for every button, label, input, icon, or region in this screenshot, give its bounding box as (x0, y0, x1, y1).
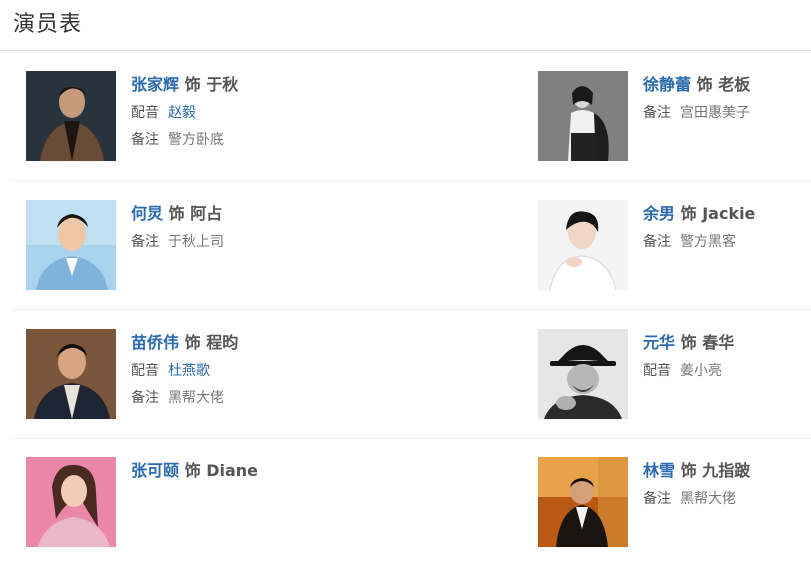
role-line: 余男 饰 Jackie (643, 202, 811, 226)
role-name: 春华 (702, 333, 735, 352)
note-value: 宫田惠美子 (680, 105, 750, 121)
as-label: 饰 (168, 204, 185, 223)
note-line: 备注 宫田惠美子 (643, 103, 811, 123)
cast-card: 徐静蕾 饰 老板 备注 宫田惠美子 (538, 71, 808, 163)
as-label: 饰 (184, 75, 201, 94)
actor-name[interactable]: 余男 (643, 204, 675, 223)
note-label: 备注 (643, 234, 671, 250)
role-line: 张可颐 饰 Diane (131, 459, 301, 483)
actor-photo[interactable] (538, 457, 628, 547)
cast-info: 徐静蕾 饰 老板 备注 宫田惠美子 (643, 73, 811, 123)
as-label: 饰 (696, 75, 713, 94)
cast-card: 林雪 饰 九指跛 备注 黑帮大佬 (538, 457, 808, 549)
dub-label: 配音 (131, 105, 159, 121)
actor-name[interactable]: 元华 (643, 333, 675, 352)
role-name: Diane (206, 461, 258, 480)
note-value: 警方卧底 (168, 132, 224, 148)
as-label: 饰 (184, 461, 201, 480)
cast-card: 苗侨伟 饰 程昀 配音 杜燕歌 备注 黑帮大佬 (26, 329, 296, 421)
role-name: 老板 (718, 75, 751, 94)
role-name: 九指跛 (702, 461, 751, 480)
cast-card: 余男 饰 Jackie 备注 警方黑客 (538, 200, 808, 292)
as-label: 饰 (680, 204, 697, 223)
role-name: 于秋 (206, 75, 239, 94)
note-line: 备注 黑帮大佬 (131, 388, 301, 408)
role-name: Jackie (702, 204, 756, 223)
dub-label: 配音 (643, 363, 671, 379)
actor-photo[interactable] (538, 71, 628, 161)
note-value: 黑帮大佬 (680, 491, 736, 507)
dub-line: 配音 杜燕歌 (131, 361, 301, 381)
cast-list-page: 演员表 张家辉 饰 于秋 配音 赵毅 备注 警方卧底 徐静蕾 饰 老板 备注 宫… (0, 0, 811, 562)
cast-info: 张家辉 饰 于秋 配音 赵毅 备注 警方卧底 (131, 73, 301, 150)
actor-name[interactable]: 何炅 (131, 204, 163, 223)
dub-line: 配音 赵毅 (131, 103, 301, 123)
row-divider (12, 180, 811, 181)
note-line: 备注 于秋上司 (131, 232, 301, 252)
dub-actor-link[interactable]: 杜燕歌 (168, 363, 210, 379)
section-title: 演员表 (13, 12, 83, 37)
actor-name[interactable]: 徐静蕾 (643, 75, 691, 94)
note-label: 备注 (131, 390, 159, 406)
role-line: 元华 饰 春华 (643, 331, 811, 355)
row-divider (12, 438, 811, 439)
role-line: 徐静蕾 饰 老板 (643, 73, 811, 97)
cast-info: 余男 饰 Jackie 备注 警方黑客 (643, 202, 811, 252)
as-label: 饰 (680, 461, 697, 480)
row-divider (12, 309, 811, 310)
note-value: 黑帮大佬 (168, 390, 224, 406)
note-line: 备注 警方黑客 (643, 232, 811, 252)
cast-info: 元华 饰 春华 配音 姜小亮 (643, 331, 811, 381)
title-divider (0, 50, 811, 51)
actor-name[interactable]: 苗侨伟 (131, 333, 179, 352)
actor-name[interactable]: 张可颐 (131, 461, 179, 480)
cast-info: 何炅 饰 阿占 备注 于秋上司 (131, 202, 301, 252)
actor-photo[interactable] (26, 200, 116, 290)
note-label: 备注 (643, 491, 671, 507)
role-name: 阿占 (190, 204, 223, 223)
role-name: 程昀 (206, 333, 239, 352)
cast-card: 张可颐 饰 Diane (26, 457, 296, 549)
note-line: 备注 警方卧底 (131, 130, 301, 150)
actor-photo[interactable] (26, 457, 116, 547)
note-value: 警方黑客 (680, 234, 736, 250)
note-value: 于秋上司 (168, 234, 224, 250)
dub-value: 姜小亮 (680, 363, 722, 379)
dub-line: 配音 姜小亮 (643, 361, 811, 381)
actor-photo[interactable] (538, 329, 628, 419)
note-line: 备注 黑帮大佬 (643, 489, 811, 509)
as-label: 饰 (680, 333, 697, 352)
dub-label: 配音 (131, 363, 159, 379)
role-line: 苗侨伟 饰 程昀 (131, 331, 301, 355)
actor-name[interactable]: 林雪 (643, 461, 675, 480)
actor-name[interactable]: 张家辉 (131, 75, 179, 94)
role-line: 张家辉 饰 于秋 (131, 73, 301, 97)
cast-info: 林雪 饰 九指跛 备注 黑帮大佬 (643, 459, 811, 509)
actor-photo[interactable] (538, 200, 628, 290)
cast-card: 元华 饰 春华 配音 姜小亮 (538, 329, 808, 421)
as-label: 饰 (184, 333, 201, 352)
cast-info: 苗侨伟 饰 程昀 配音 杜燕歌 备注 黑帮大佬 (131, 331, 301, 408)
actor-photo[interactable] (26, 71, 116, 161)
actor-photo[interactable] (26, 329, 116, 419)
note-label: 备注 (131, 132, 159, 148)
role-line: 何炅 饰 阿占 (131, 202, 301, 226)
cast-card: 张家辉 饰 于秋 配音 赵毅 备注 警方卧底 (26, 71, 296, 163)
cast-info: 张可颐 饰 Diane (131, 459, 301, 483)
note-label: 备注 (643, 105, 671, 121)
cast-card: 何炅 饰 阿占 备注 于秋上司 (26, 200, 296, 292)
note-label: 备注 (131, 234, 159, 250)
dub-actor-link[interactable]: 赵毅 (168, 105, 196, 121)
role-line: 林雪 饰 九指跛 (643, 459, 811, 483)
